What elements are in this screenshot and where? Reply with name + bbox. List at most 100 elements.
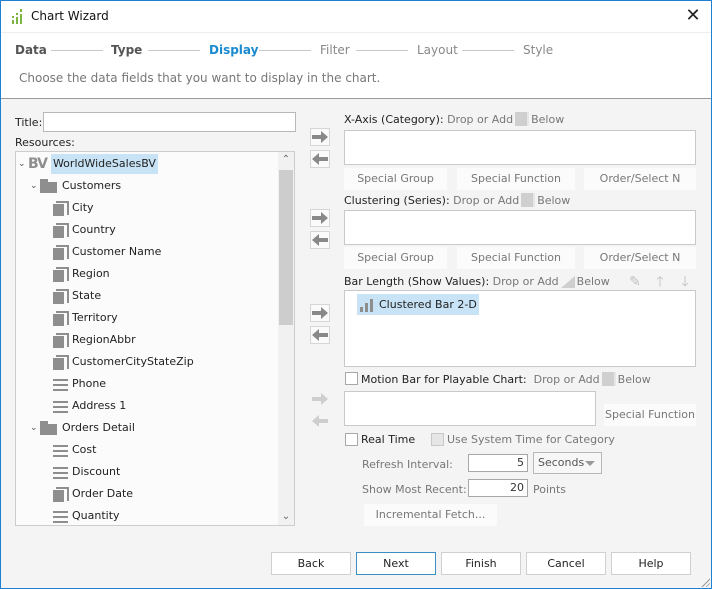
motion-label: Motion Bar for Playable Chart:	[361, 373, 527, 386]
tree-folder-orders-detail[interactable]: ⌄ Orders Detail	[30, 418, 135, 438]
motion-bar-checkbox[interactable]	[345, 372, 358, 385]
remove-from-barlength-button[interactable]	[310, 326, 330, 344]
group-field-icon	[52, 266, 69, 282]
clustering-special-group-button[interactable]: Special Group	[344, 247, 447, 269]
xaxis-label: X-Axis (Category):	[344, 113, 444, 126]
add-to-xaxis-button[interactable]	[310, 128, 330, 146]
next-button[interactable]: Next	[356, 552, 436, 575]
group-field-icon	[52, 222, 69, 238]
barlength-label: Bar Length (Show Values):	[344, 275, 490, 288]
back-button[interactable]: Back	[271, 552, 351, 575]
motion-special-function-button[interactable]: Special Function	[604, 404, 696, 426]
real-time-checkbox[interactable]	[345, 433, 358, 446]
title-input[interactable]	[43, 112, 296, 132]
close-button[interactable]: ✕	[681, 5, 705, 29]
xaxis-order-select-button[interactable]: Order/Select N	[584, 168, 696, 190]
chevron-down-icon[interactable]: ⌄	[30, 418, 40, 438]
add-to-barlength-button[interactable]	[310, 304, 330, 322]
barlength-item[interactable]: Clustered Bar 2-D	[357, 294, 479, 315]
move-down-icon[interactable]: 🡓	[677, 274, 693, 290]
step-style: Style	[523, 43, 554, 57]
tree-field-label: Discount	[72, 465, 121, 478]
group-field-icon	[52, 200, 69, 216]
group-field-icon	[52, 288, 69, 304]
tree-folder-customers[interactable]: ⌄ Customers	[30, 176, 121, 196]
chevron-down-icon[interactable]: ⌄	[18, 154, 28, 174]
tree-field-item[interactable]: City	[52, 198, 94, 218]
resize-grip[interactable]	[700, 577, 710, 587]
tree-field-label: RegionAbbr	[72, 333, 136, 346]
scroll-down-icon[interactable]: ⌄	[278, 509, 294, 525]
chart-wizard-icon	[12, 9, 22, 24]
system-time-checkbox[interactable]	[431, 433, 444, 446]
add-to-motion-button[interactable]	[310, 390, 330, 408]
tree-root[interactable]: ⌄ BV WorldWideSalesBV	[18, 154, 158, 174]
tree-field-label: CustomerCityStateZip	[72, 355, 194, 368]
tree-field-item[interactable]: Address 1	[52, 396, 126, 416]
step-display: Display	[209, 43, 259, 57]
clustering-label: Clustering (Series):	[344, 194, 450, 207]
step-description: Choose the data fields that you want to …	[19, 71, 381, 85]
clustering-order-select-button[interactable]: Order/Select N	[584, 247, 696, 269]
tree-field-item[interactable]: Cost	[52, 440, 96, 460]
step-data: Data	[15, 43, 47, 57]
tree-field-item[interactable]: Customer Name	[52, 242, 161, 262]
remove-from-clustering-button[interactable]	[310, 231, 330, 249]
tree-field-item[interactable]: Phone	[52, 374, 106, 394]
tree-field-item[interactable]: Region	[52, 264, 110, 284]
motion-hint: Drop or Add	[533, 373, 600, 386]
step-layout: Layout	[417, 43, 458, 57]
points-label: Points	[533, 483, 567, 496]
refresh-unit-select[interactable]: Seconds	[533, 452, 602, 474]
tree-field-item[interactable]: State	[52, 286, 101, 306]
tree-field-item[interactable]: Discount	[52, 462, 120, 482]
folder-label: Customers	[62, 179, 122, 192]
help-button[interactable]: Help	[611, 552, 691, 575]
clustering-section-label: Clustering (Series): Drop or Add Below	[344, 193, 570, 207]
tree-field-item[interactable]: Territory	[52, 308, 118, 328]
motion-drop-area[interactable]	[344, 391, 596, 426]
clustered-bar-icon	[360, 298, 373, 312]
barlength-drop-area[interactable]: Clustered Bar 2-D	[344, 290, 696, 367]
refresh-interval-input[interactable]: 5	[468, 454, 528, 472]
step-divider	[51, 50, 103, 51]
remove-from-motion-button[interactable]	[310, 412, 330, 430]
finish-button[interactable]: Finish	[441, 552, 521, 575]
resources-tree: ⌄ BV WorldWideSalesBV ⌄ Customers City Co…	[15, 151, 295, 526]
scrollbar-thumb[interactable]	[279, 170, 293, 325]
tree-scrollbar[interactable]: ⌃ ⌄	[278, 152, 294, 525]
remove-from-xaxis-button[interactable]	[310, 150, 330, 168]
cancel-button[interactable]: Cancel	[526, 552, 606, 575]
move-up-icon[interactable]: 🡑	[652, 274, 668, 290]
clustering-drop-area[interactable]	[344, 210, 696, 245]
group-field-icon	[52, 354, 69, 370]
tree-field-item[interactable]: Country	[52, 220, 116, 240]
xaxis-drop-area[interactable]	[344, 130, 696, 165]
xaxis-hint-below: Below	[531, 113, 565, 126]
tree-field-item[interactable]: Order Date	[52, 484, 133, 504]
show-most-recent-label: Show Most Recent:	[362, 483, 467, 496]
tree-field-label: Country	[72, 223, 116, 236]
tree-field-item[interactable]: Quantity	[52, 506, 120, 525]
incremental-fetch-button[interactable]: Incremental Fetch...	[364, 504, 497, 526]
chevron-down-icon[interactable]: ⌄	[30, 176, 40, 196]
barlength-section-label: Bar Length (Show Values): Drop or Add Bel…	[344, 275, 610, 288]
arrow-right-icon	[312, 131, 328, 143]
tree-field-item[interactable]: CustomerCityStateZip	[52, 352, 194, 372]
show-most-recent-input[interactable]: 20	[468, 479, 528, 497]
xaxis-special-group-button[interactable]: Special Group	[344, 168, 447, 190]
motion-hint-below: Below	[617, 373, 651, 386]
group-field-icon	[521, 193, 536, 207]
summary-field-icon	[560, 276, 575, 288]
title-label: Title:	[15, 116, 43, 129]
refresh-interval-label: Refresh Interval:	[362, 458, 453, 471]
detail-field-icon	[52, 442, 68, 458]
motion-section-label: Motion Bar for Playable Chart: Drop or A…	[361, 372, 651, 386]
scroll-up-icon[interactable]: ⌃	[278, 152, 294, 168]
clustering-special-function-button[interactable]: Special Function	[457, 247, 575, 269]
add-to-clustering-button[interactable]	[310, 209, 330, 227]
wizard-steps: Data Type Display Filter Layout Style Ch…	[1, 33, 711, 99]
edit-icon[interactable]: ✎	[627, 274, 643, 290]
xaxis-special-function-button[interactable]: Special Function	[457, 168, 575, 190]
tree-field-item[interactable]: RegionAbbr	[52, 330, 136, 350]
